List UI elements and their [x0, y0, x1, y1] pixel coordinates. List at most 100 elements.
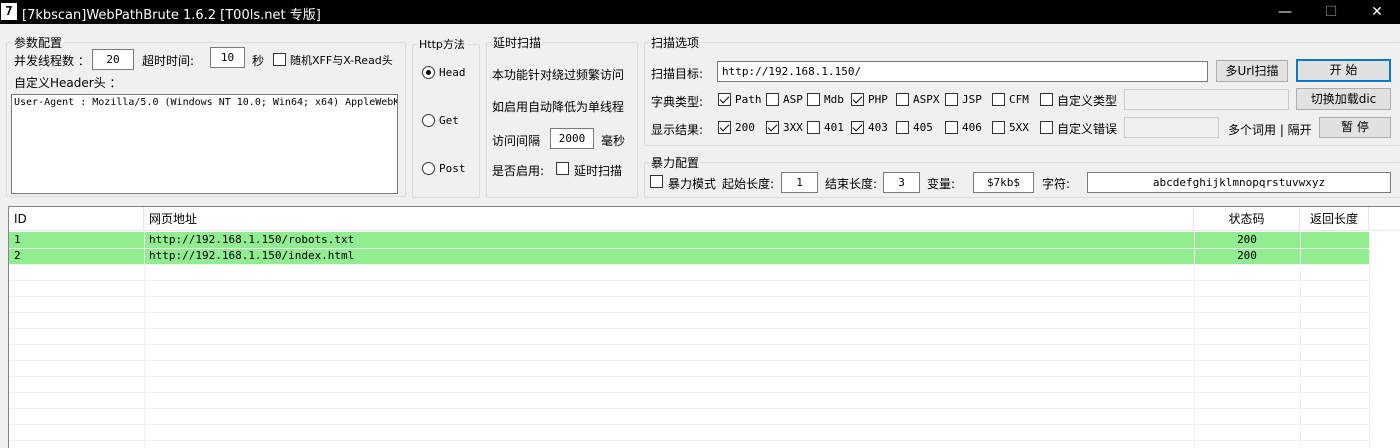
grid-divider [9, 264, 1369, 265]
chars-label: 字符: [1042, 177, 1071, 191]
grid-divider [1369, 231, 1370, 448]
variable-input[interactable]: $7kb$ [973, 172, 1034, 193]
column-header-id[interactable]: ID [9, 207, 144, 231]
delay-group-label: 延时扫描 [491, 34, 544, 51]
row-length [1300, 232, 1369, 248]
grid-divider [9, 296, 1369, 297]
result-label: 显示结果: [651, 123, 704, 137]
result-200-label: 200 [735, 121, 755, 134]
timeout-input[interactable]: 10 [210, 47, 245, 68]
params-group-label: 参数配置 [12, 34, 65, 51]
dict-php-checkbox[interactable] [851, 93, 864, 106]
dict-asp-checkbox[interactable] [766, 93, 779, 106]
brute-mode-checkbox[interactable] [650, 175, 663, 188]
random-xff-checkbox[interactable] [273, 53, 286, 66]
delay-desc-1: 本功能针对绕过频繁访问 [492, 68, 625, 82]
pause-button[interactable]: 暂 停 [1319, 117, 1391, 138]
result-5xx-checkbox[interactable] [992, 121, 1005, 134]
close-button[interactable]: ✕ [1354, 0, 1400, 24]
delay-desc-2: 如启用自动降低为单线程 [492, 100, 625, 114]
custom-type-input[interactable] [1124, 89, 1289, 110]
interval-input[interactable]: 2000 [550, 128, 594, 149]
grid-divider [9, 376, 1369, 377]
result-405-label: 405 [913, 121, 933, 134]
start-button[interactable]: 开 始 [1296, 59, 1391, 82]
dict-asp-label: ASP [783, 93, 803, 106]
column-header-status[interactable]: 状态码 [1194, 207, 1300, 231]
grid-divider [9, 392, 1369, 393]
http-method-group-label: Http方法 [417, 36, 467, 52]
app-logo-icon: 7 [1, 3, 17, 20]
start-length-input[interactable]: 1 [781, 172, 818, 193]
radio-post-label: Post [439, 162, 466, 175]
window-title: [7kbscan]WebPathBrute 1.6.2 [T00ls.net 专… [22, 8, 321, 23]
row-status: 200 [1237, 233, 1257, 246]
multi-url-button[interactable]: 多Url扫描 [1216, 60, 1288, 82]
minimize-button[interactable]: — [1262, 0, 1308, 24]
random-xff-label: 随机XFF与X-Read头 [290, 54, 393, 67]
dict-path-checkbox[interactable] [718, 93, 731, 106]
dict-php-label: PHP [868, 93, 888, 106]
custom-error-input[interactable] [1124, 117, 1219, 138]
threads-label: 并发线程数 ： [14, 54, 90, 68]
radio-head[interactable] [422, 66, 435, 79]
load-dic-button[interactable]: 切换加载dic [1296, 88, 1391, 110]
row-status: 200 [1237, 249, 1257, 262]
title-bar: 7 [7kbscan]WebPathBrute 1.6.2 [T00ls.net… [0, 0, 1400, 24]
variable-label: 变量: [927, 177, 956, 191]
table-row[interactable]: 2 http://192.168.1.150/index.html 200 [9, 248, 1369, 264]
dict-path-label: Path [735, 93, 762, 106]
grid-divider [9, 312, 1369, 313]
end-length-input[interactable]: 3 [883, 172, 920, 193]
results-table[interactable]: ID 网页地址 状态码 返回长度 1 http://192.168.1.150/… [8, 206, 1400, 448]
dict-jsp-checkbox[interactable] [945, 93, 958, 106]
result-406-label: 406 [962, 121, 982, 134]
radio-get-label: Get [439, 114, 459, 127]
dict-jsp-label: JSP [962, 93, 982, 106]
row-id: 2 [14, 249, 21, 262]
result-405-checkbox[interactable] [896, 121, 909, 134]
result-custom-error-label: 自定义错误 [1057, 122, 1118, 136]
radio-get[interactable] [422, 114, 435, 127]
grid-divider [9, 424, 1369, 425]
dict-cfm-label: CFM [1009, 93, 1029, 106]
dict-mdb-checkbox[interactable] [807, 93, 820, 106]
dict-aspx-checkbox[interactable] [896, 93, 909, 106]
target-label: 扫描目标: [651, 67, 704, 81]
interval-unit: 毫秒 [601, 134, 626, 148]
chars-input[interactable]: abcdefghijklmnopqrstuvwxyz [1087, 172, 1391, 193]
dict-cfm-checkbox[interactable] [992, 93, 1005, 106]
grid-divider [9, 248, 1369, 249]
threads-input[interactable]: 20 [92, 49, 134, 70]
grid-divider [9, 408, 1369, 409]
result-200-checkbox[interactable] [718, 121, 731, 134]
timeout-unit: 秒 [252, 54, 265, 68]
column-header-url[interactable]: 网页地址 [144, 207, 1194, 231]
grid-divider [9, 344, 1369, 345]
row-id: 1 [14, 233, 21, 246]
dict-type-label: 字典类型: [651, 95, 704, 109]
radio-head-label: Head [439, 66, 466, 79]
result-3xx-checkbox[interactable] [766, 121, 779, 134]
header-textarea[interactable]: User-Agent : Mozilla/5.0 (Windows NT 10.… [11, 94, 398, 194]
brute-mode-label: 暴力模式 [668, 177, 717, 191]
result-401-label: 401 [824, 121, 844, 134]
result-custom-error-checkbox[interactable] [1040, 121, 1053, 134]
maximize-button[interactable]: ☐ [1308, 0, 1354, 24]
enable-label: 是否启用: [492, 164, 545, 178]
row-url: http://192.168.1.150/index.html [149, 249, 355, 262]
table-row[interactable]: 1 http://192.168.1.150/robots.txt 200 [9, 232, 1369, 248]
dict-custom-type-checkbox[interactable] [1040, 93, 1053, 106]
multi-word-hint: 多个词用 | 隔开 [1228, 123, 1312, 137]
dict-mdb-label: Mdb [824, 93, 844, 106]
result-406-checkbox[interactable] [945, 121, 958, 134]
result-401-checkbox[interactable] [807, 121, 820, 134]
delay-enable-checkbox[interactable] [556, 162, 569, 175]
result-5xx-label: 5XX [1009, 121, 1029, 134]
radio-post[interactable] [422, 162, 435, 175]
result-403-checkbox[interactable] [851, 121, 864, 134]
grid-divider [9, 280, 1369, 281]
column-header-length[interactable]: 返回长度 [1300, 207, 1369, 231]
target-input[interactable]: http://192.168.1.150/ [717, 61, 1208, 82]
grid-divider [9, 360, 1369, 361]
